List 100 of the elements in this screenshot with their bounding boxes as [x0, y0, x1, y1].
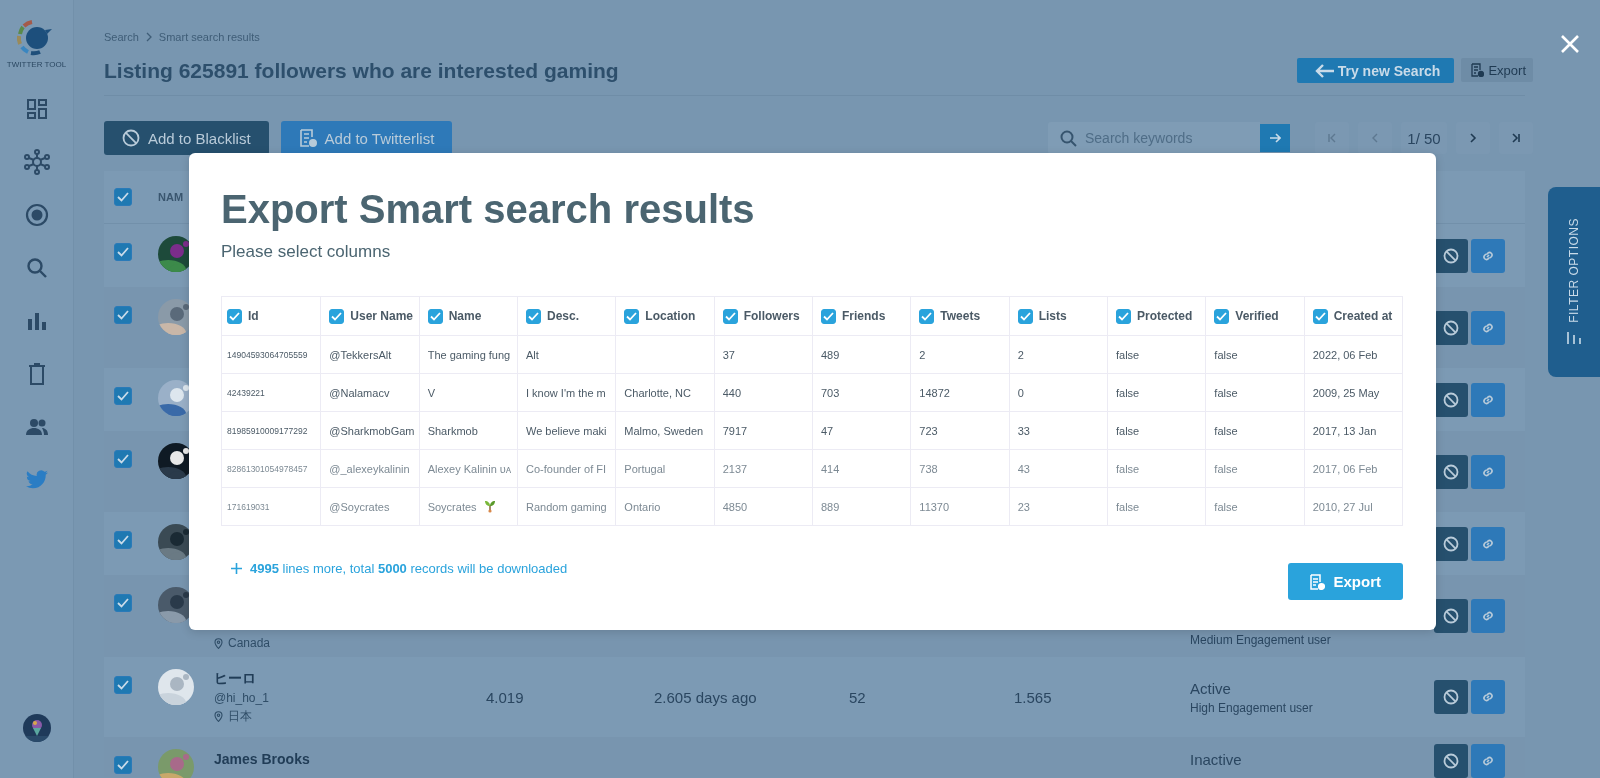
table-cell: false [1116, 386, 1140, 399]
table-cell: 33 [1017, 424, 1030, 437]
block-button[interactable] [1434, 382, 1468, 417]
checkbox[interactable] [1116, 308, 1131, 324]
user-location: 日本 [228, 707, 252, 725]
close-icon[interactable] [1560, 34, 1580, 54]
trash-icon [27, 363, 46, 385]
checkbox[interactable] [427, 308, 443, 324]
user-handle: @hi_ho_1 [214, 690, 270, 705]
block-button[interactable] [1434, 680, 1468, 714]
table-cell: false [1214, 386, 1238, 399]
checkbox[interactable] [1017, 308, 1033, 324]
chevron-right-icon [1469, 133, 1477, 143]
arrow-left-icon [1314, 63, 1335, 78]
block-button[interactable] [1434, 238, 1468, 273]
checkbox[interactable] [821, 308, 836, 324]
checkbox[interactable] [114, 450, 132, 468]
page-title: Listing 625891 followers who are interested gaming [104, 58, 619, 83]
search-submit-button[interactable] [1260, 124, 1290, 152]
checkbox[interactable] [114, 387, 132, 405]
chevron-right-icon [144, 32, 153, 42]
checkbox[interactable] [114, 756, 132, 774]
checkbox[interactable] [114, 188, 132, 206]
document-icon [1471, 63, 1485, 77]
table-cell: 2022, 06 Feb [1312, 348, 1378, 361]
bird-icon [24, 470, 49, 490]
table-cell: Random gaming [526, 500, 607, 513]
table-cell: 703 [821, 386, 840, 399]
search-icon [25, 257, 48, 279]
checkbox[interactable] [526, 308, 541, 324]
column-label: Id [248, 309, 259, 323]
link-icon [1481, 690, 1495, 704]
link-button[interactable] [1471, 744, 1505, 778]
block-button[interactable] [1434, 310, 1468, 345]
user-name: James Brooks [214, 751, 311, 767]
try-new-search-button[interactable]: Try new Search [1296, 58, 1455, 83]
checkbox[interactable] [114, 531, 132, 549]
block-icon [1443, 608, 1459, 624]
table-cell: 2 [919, 348, 926, 361]
table-cell: 2 [1017, 348, 1024, 361]
location-pin-icon [214, 710, 223, 722]
link-icon [1481, 754, 1495, 768]
checkbox[interactable] [1312, 308, 1328, 324]
link-button[interactable] [1471, 680, 1505, 714]
export-button[interactable]: Export [1288, 563, 1403, 600]
sprout-icon [483, 500, 496, 513]
block-button[interactable] [1434, 454, 1468, 489]
checkbox[interactable] [624, 308, 640, 324]
table-cell: 2017, 13 Jan [1312, 424, 1377, 437]
block-icon [1443, 689, 1459, 705]
block-icon [122, 129, 140, 147]
column-label: Friends [842, 309, 886, 323]
table-cell: 37 [722, 348, 735, 361]
checkbox[interactable] [1214, 308, 1230, 324]
table-cell: 2017, 06 Feb [1312, 462, 1378, 475]
checkbox[interactable] [114, 306, 132, 324]
table-cell: 0 [1017, 386, 1024, 399]
table-cell: V [427, 386, 435, 399]
add-to-twitterlist-button[interactable]: Add to Twitterlist [280, 121, 453, 155]
add-to-blacklist-button[interactable]: Add to Blacklist [104, 121, 269, 155]
record-icon [24, 203, 49, 227]
breadcrumb-link[interactable]: Smart search results [158, 31, 260, 43]
block-icon [1443, 319, 1459, 336]
checkbox[interactable] [114, 243, 132, 261]
column-label: Verified [1235, 309, 1279, 323]
table-cell: 43 [1017, 462, 1030, 475]
checkbox[interactable] [919, 308, 935, 324]
block-button[interactable] [1434, 744, 1468, 778]
filter-options-tab[interactable]: FILTER OPTIONS [1548, 187, 1600, 377]
dialog-subtitle: Please select columns [221, 242, 392, 262]
table-cell: 82861301054978457 [227, 463, 308, 474]
table-cell: Co-founder of FI [526, 462, 607, 475]
table-cell: false [1116, 348, 1140, 361]
checkbox[interactable] [114, 594, 132, 612]
table-cell: false [1116, 500, 1140, 513]
table-cell: false [1116, 424, 1140, 437]
search-icon [1060, 130, 1077, 147]
table-cell: 489 [821, 348, 840, 361]
export-button[interactable]: Export [1461, 58, 1533, 82]
network-icon [23, 149, 50, 175]
checkbox[interactable] [114, 676, 132, 694]
block-button[interactable] [1434, 599, 1468, 633]
block-button[interactable] [1434, 526, 1468, 561]
column-label: Location [645, 309, 696, 323]
table-cell: false [1214, 500, 1238, 513]
column-label: Lists [1038, 309, 1067, 323]
table-cell: 23 [1017, 500, 1030, 513]
table-cell: Ontario [624, 500, 661, 513]
breadcrumb-link[interactable]: Search [104, 31, 139, 43]
chevron-left-icon [1371, 133, 1379, 143]
checkbox[interactable] [329, 308, 345, 324]
checkbox[interactable] [722, 308, 738, 324]
user-name: ヒーロ [214, 669, 257, 688]
column-header: NAM [158, 191, 185, 203]
table-cell: We believe maki [526, 424, 607, 437]
table-cell: false [1214, 424, 1238, 437]
checkbox[interactable] [227, 308, 242, 324]
table-cell: The gaming fung [427, 348, 511, 361]
table-cell: 2.605 days ago [654, 688, 757, 706]
table-cell: I know I'm the m [526, 386, 606, 399]
